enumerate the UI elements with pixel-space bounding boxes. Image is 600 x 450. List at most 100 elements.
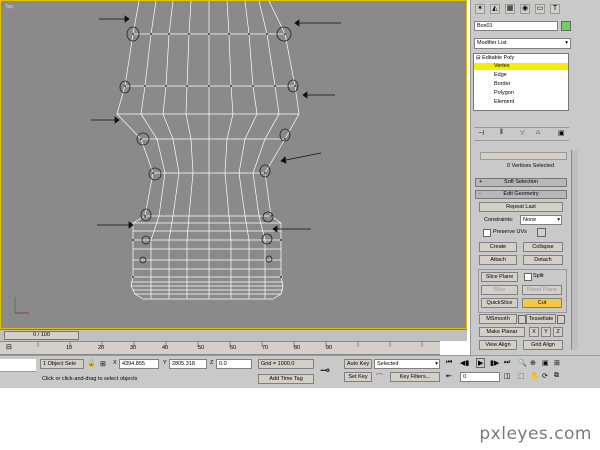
play-icon[interactable]: ▶	[476, 358, 486, 368]
chevron-down-icon: ▾	[435, 361, 438, 367]
stack-item-editable-poly[interactable]: ⊟ Editable Poly	[476, 55, 514, 62]
constraints-label: Constraints:	[484, 217, 514, 223]
object-color-swatch[interactable]	[561, 21, 571, 31]
constraints-value: None	[523, 217, 537, 223]
edit-geometry-label: Edit Geometry	[503, 191, 539, 197]
watermark: pxleyes.com	[479, 424, 592, 444]
time-slider-track[interactable]: 0 / 100	[0, 329, 467, 341]
current-frame-field[interactable]: 0	[460, 372, 500, 382]
repeat-last-button[interactable]: Repeat Last	[479, 202, 563, 212]
auto-key-button[interactable]: Auto Key	[344, 359, 372, 369]
time-slider-thumb[interactable]: 0 / 100	[4, 331, 79, 340]
tick-label: 70	[262, 345, 269, 351]
next-frame-icon[interactable]: ▮▶	[490, 359, 499, 367]
add-time-tag-button[interactable]: Add Time Tag	[258, 374, 314, 384]
chevron-down-icon: ▾	[557, 217, 560, 223]
planar-x-button[interactable]: X	[529, 327, 539, 337]
key-icon[interactable]: ⊸	[320, 363, 330, 377]
zoom-icon[interactable]: 🔍	[518, 359, 527, 367]
grid-size-field: Grid = 1000.0	[258, 359, 314, 369]
motion-tab-icon[interactable]: ◉	[520, 4, 530, 14]
preserve-uvs-settings-icon[interactable]	[537, 228, 546, 237]
split-checkbox[interactable]	[524, 273, 532, 281]
make-planar-button[interactable]: Make Planar	[479, 327, 525, 337]
quickslice-button[interactable]: QuickSlice	[481, 298, 518, 308]
create-button[interactable]: Create	[479, 242, 517, 252]
grid-align-button[interactable]: Grid Align	[523, 340, 563, 350]
remove-modifier-icon[interactable]: ⌂	[536, 129, 540, 136]
wireframe-mesh[interactable]	[1, 1, 468, 330]
preserve-uvs-label: Preserve UVs	[493, 229, 527, 235]
go-to-end-icon[interactable]: ⏭	[504, 359, 510, 367]
utilities-tab-icon[interactable]: T	[550, 4, 560, 14]
object-name-field[interactable]: Box01	[474, 21, 558, 31]
display-tab-icon[interactable]: ▭	[535, 4, 545, 14]
panel-scrollbar[interactable]	[571, 150, 578, 350]
zoom-all-icon[interactable]: ⊕	[530, 359, 536, 367]
pin-stack-icon[interactable]: ⊣	[478, 129, 484, 137]
planar-y-button[interactable]: Y	[541, 327, 551, 337]
tick-label: 10	[66, 345, 73, 351]
edit-geometry-rollout[interactable]: - Edit Geometry	[475, 190, 567, 199]
region-zoom-icon[interactable]: ⬚	[518, 372, 525, 380]
selection-count-field: 1 Object Sele	[40, 359, 84, 369]
key-mode-toggle-icon[interactable]: ⇤	[446, 372, 452, 380]
x-coordinate-field[interactable]: 4394.855	[119, 359, 159, 369]
cut-button[interactable]: Cut	[522, 298, 562, 308]
configure-sets-icon[interactable]: ▣	[558, 129, 565, 137]
make-unique-icon[interactable]: ∀	[520, 129, 525, 137]
modify-tab-icon[interactable]: ◭	[490, 4, 500, 14]
zoom-extents-icon[interactable]: ▣	[542, 359, 549, 367]
slice-plane-button[interactable]: Slice Plane	[481, 272, 518, 282]
msmooth-button[interactable]: MSmooth	[479, 314, 517, 324]
show-end-result-icon[interactable]: ǁ	[500, 129, 503, 136]
tessellate-button[interactable]: Tessellate	[526, 314, 556, 324]
key-mode-value: Selected	[377, 361, 399, 367]
stack-item-border[interactable]: Border	[494, 81, 511, 88]
lock-icon[interactable]: 🔒	[87, 359, 96, 367]
hierarchy-tab-icon[interactable]: ▦	[505, 4, 515, 14]
z-coordinate-field[interactable]: 0.0	[216, 359, 252, 369]
soft-selection-label: Soft Selection	[504, 179, 538, 185]
collapse-button[interactable]: Collapse	[523, 242, 563, 252]
tick-label: 90	[326, 345, 333, 351]
maximize-viewport-icon[interactable]: ⧉	[554, 372, 559, 380]
modifier-list-dropdown[interactable]: Modifier List ▾	[474, 38, 571, 49]
view-align-button[interactable]: View Align	[479, 340, 517, 350]
top-viewport[interactable]: Top	[0, 0, 467, 329]
detach-button[interactable]: Detach	[523, 255, 563, 265]
modifier-stack[interactable]: ⊟ Editable Poly Vertex Edge Border Polyg…	[473, 53, 569, 111]
previous-frame-icon[interactable]: ◀▮	[460, 359, 469, 367]
default-in-out-tangent-icon[interactable]: ⌒	[376, 372, 383, 382]
track-bar[interactable]: ⊟ 10 20 30 40 50 60 70 80 90	[0, 341, 440, 355]
tick-label: 50	[198, 345, 205, 351]
time-config-icon[interactable]: ◫	[504, 372, 511, 380]
key-filters-button[interactable]: Key Filters...	[390, 372, 440, 382]
prompt-line: Click or click-and-drag to select object…	[42, 376, 138, 382]
set-key-button[interactable]: Set Key	[344, 372, 372, 382]
msmooth-settings-icon[interactable]	[518, 315, 526, 324]
go-to-start-icon[interactable]: ⏮	[446, 359, 452, 367]
planar-z-button[interactable]: Z	[553, 327, 563, 337]
stack-item-element[interactable]: Element	[494, 99, 514, 106]
arc-rotate-icon[interactable]: ⟳	[542, 372, 548, 380]
tessellate-settings-icon[interactable]	[557, 315, 565, 324]
modifier-list-label: Modifier List	[477, 40, 507, 46]
attach-button[interactable]: Attach	[479, 255, 517, 265]
stack-item-edge[interactable]: Edge	[494, 72, 507, 79]
stack-item-polygon[interactable]: Polygon	[494, 90, 514, 97]
preserve-uvs-checkbox[interactable]	[483, 229, 491, 237]
selection-status-text: 0 Vertices Selected	[507, 163, 555, 169]
create-tab-icon[interactable]: ✶	[475, 4, 485, 14]
absolute-mode-icon[interactable]: ⊞	[100, 360, 106, 368]
stack-item-vertex[interactable]: Vertex	[474, 63, 568, 70]
slice-button[interactable]: Slice	[481, 285, 518, 295]
key-mode-dropdown[interactable]: Selected ▾	[374, 359, 440, 369]
soft-selection-rollout[interactable]: + Soft Selection	[475, 178, 567, 187]
maxscript-listener[interactable]	[0, 359, 36, 372]
constraints-dropdown[interactable]: None ▾	[520, 215, 562, 225]
pan-icon[interactable]: ✋	[530, 372, 539, 380]
y-coordinate-field[interactable]: 2805.318	[169, 359, 207, 369]
reset-plane-button[interactable]: Reset Plane	[522, 285, 562, 295]
zoom-extents-all-icon[interactable]: ⊞	[554, 359, 560, 367]
